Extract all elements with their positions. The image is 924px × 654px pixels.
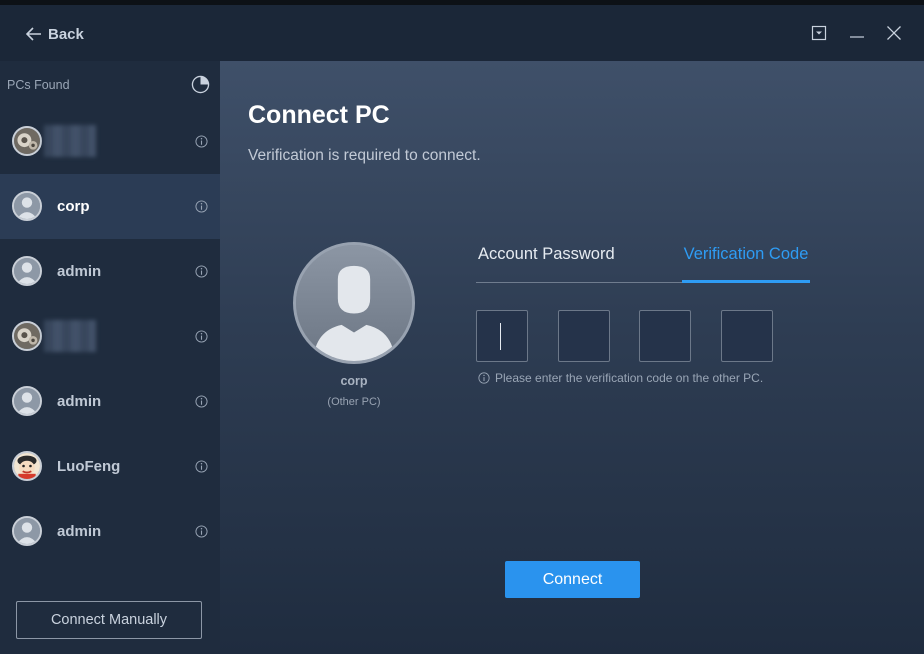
target-sublabel: (Other PC) bbox=[327, 396, 381, 408]
connect-manually-button[interactable]: Connect Manually bbox=[16, 601, 202, 639]
text-caret bbox=[500, 323, 501, 350]
titlebar: Back bbox=[0, 5, 924, 61]
pc-name: corp bbox=[57, 198, 90, 215]
close-icon bbox=[887, 26, 901, 40]
minimize-button[interactable] bbox=[847, 23, 867, 43]
verification-hint: Please enter the verification code on th… bbox=[478, 371, 763, 385]
pc-name: admin bbox=[57, 263, 102, 280]
sidebar: PCs Found corp admin admin LuoFeng admin… bbox=[0, 61, 220, 654]
pc-list: corp admin admin LuoFeng admin bbox=[0, 109, 220, 564]
pc-item[interactable] bbox=[0, 304, 220, 369]
dropdown-icon bbox=[811, 25, 827, 41]
refresh-icon[interactable] bbox=[191, 75, 210, 94]
connect-button[interactable]: Connect bbox=[505, 561, 640, 598]
pc-item[interactable]: admin bbox=[0, 369, 220, 434]
user-avatar bbox=[12, 191, 42, 221]
back-label: Back bbox=[48, 25, 84, 43]
minimize-icon bbox=[850, 36, 864, 38]
target-name: corp bbox=[340, 374, 368, 388]
info-icon[interactable] bbox=[195, 395, 208, 408]
page-title: Connect PC bbox=[248, 101, 390, 129]
gear-avatar bbox=[12, 321, 42, 351]
info-icon[interactable] bbox=[195, 135, 208, 148]
hint-text: Please enter the verification code on th… bbox=[495, 371, 764, 385]
pc-item[interactable]: admin bbox=[0, 239, 220, 304]
tab-verification-code[interactable]: Verification Code bbox=[682, 241, 810, 283]
code-digit-input[interactable] bbox=[721, 310, 773, 362]
pc-item[interactable]: corp bbox=[0, 174, 220, 239]
info-icon[interactable] bbox=[195, 200, 208, 213]
auth-tabs: Account Password Verification Code bbox=[476, 241, 810, 283]
arrow-left-icon bbox=[26, 27, 41, 41]
info-icon bbox=[478, 372, 490, 384]
user-avatar bbox=[12, 256, 42, 286]
main-panel: Connect PC Verification is required to c… bbox=[220, 61, 924, 654]
tab-account-password[interactable]: Account Password bbox=[478, 241, 615, 283]
blurred-name bbox=[44, 125, 96, 157]
code-digit-input[interactable] bbox=[639, 310, 691, 362]
pc-name: admin bbox=[57, 523, 102, 540]
info-icon[interactable] bbox=[195, 265, 208, 278]
pc-item[interactable]: admin bbox=[0, 499, 220, 564]
pc-name: admin bbox=[57, 393, 102, 410]
cartoon-avatar bbox=[12, 451, 42, 481]
pc-item[interactable]: LuoFeng bbox=[0, 434, 220, 499]
code-digit-input[interactable] bbox=[558, 310, 610, 362]
code-digit-input[interactable] bbox=[476, 310, 528, 362]
gear-avatar bbox=[12, 126, 42, 156]
dropdown-button[interactable] bbox=[809, 23, 829, 43]
pc-name: LuoFeng bbox=[57, 458, 121, 475]
back-button[interactable]: Back bbox=[26, 23, 84, 45]
user-avatar bbox=[12, 386, 42, 416]
target-avatar bbox=[293, 242, 415, 364]
info-icon[interactable] bbox=[195, 330, 208, 343]
pc-item[interactable] bbox=[0, 109, 220, 174]
close-button[interactable] bbox=[884, 23, 904, 43]
pcs-found-label: PCs Found bbox=[7, 78, 70, 92]
page-subtitle: Verification is required to connect. bbox=[248, 147, 481, 164]
info-icon[interactable] bbox=[195, 460, 208, 473]
blurred-name bbox=[44, 320, 96, 352]
user-avatar bbox=[12, 516, 42, 546]
info-icon[interactable] bbox=[195, 525, 208, 538]
